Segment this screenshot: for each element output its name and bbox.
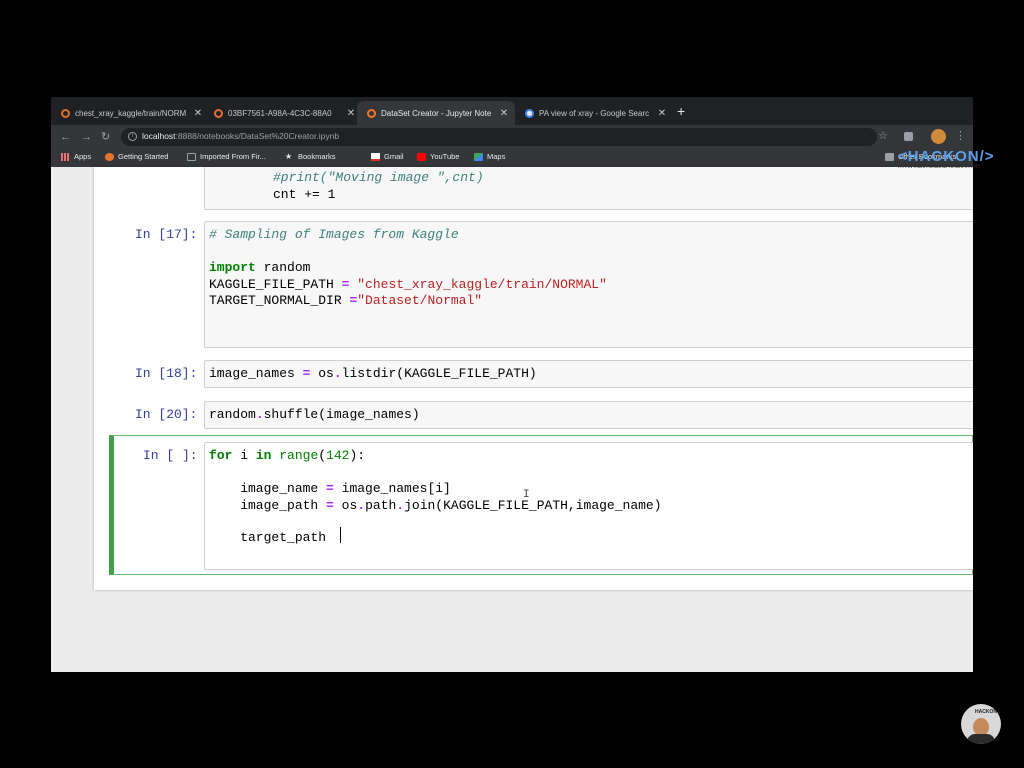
tab-title: chest_xray_kaggle/train/NORM [75,108,187,118]
tab-google-search[interactable]: PA view of xray - Google Searc ✕ [515,101,668,125]
mouse-cursor-icon: I [523,489,530,501]
cell-prompt: In [20]: [135,407,198,422]
tab-title: PA view of xray - Google Searc [539,108,650,118]
code-line: for i in range(142): [209,448,366,463]
code-line: image_name = image_names[i] [209,481,451,496]
google-icon [525,108,534,118]
address-bar[interactable]: i localhost:8888/notebooks/DataSet%20Cre… [121,128,877,146]
profile-avatar[interactable] [931,129,946,144]
bookmark-apps[interactable]: Apps [61,152,91,161]
tab-chest-xray[interactable]: chest_xray_kaggle/train/NORM ✕ [51,101,204,125]
bookmark-star-icon[interactable]: ☆ [878,129,888,142]
hackon-tagline: A PAN-INDIA ONLINE HACKATHON [898,164,980,170]
notebook-container: #print("Moving image ",cnt) cnt += 1 In … [94,167,973,590]
folder-icon [885,152,894,161]
gmail-icon [371,152,380,161]
star-icon: ★ [285,151,293,161]
code-line: random.shuffle(image_names) [209,407,420,422]
text-caret [340,527,341,543]
code-line: TARGET_NORMAL_DIR ="Dataset/Normal" [209,293,483,308]
presenter-badge: HACKON [975,709,997,715]
presenter-avatar: HACKON [961,704,1001,744]
code-line: import random [209,260,311,275]
code-line: cnt += 1 [273,186,336,202]
bookmark-youtube[interactable]: YouTube [417,152,459,161]
bookmarks-bar: Apps Getting Started Imported From Fir..… [51,149,973,167]
jupyter-icon [61,108,70,118]
tab-title: 03BF7561-A98A-4C3C-88A0 [228,108,332,118]
bookmark-maps[interactable]: Maps [474,152,505,161]
code-line: image_path = os.path.join(KAGGLE_FILE_PA… [209,497,662,513]
code-line: #print("Moving image ",cnt) [273,170,484,185]
cell-prompt: In [ ]: [143,448,198,463]
bookmark-getting-started[interactable]: Getting Started [105,152,168,161]
info-icon[interactable]: i [128,132,137,141]
cell-prompt: In [17]: [135,227,198,242]
tab-strip: chest_xray_kaggle/train/NORM ✕ 03BF7561-… [51,97,973,125]
jupyter-icon [367,108,376,118]
code-line: # Sampling of Images from Kaggle [209,227,459,242]
code-line: target_path [209,530,334,545]
presenter-shirt [967,734,995,744]
code-line: KAGGLE_FILE_PATH = "chest_xray_kaggle/tr… [209,276,607,292]
new-tab-button[interactable]: + [677,103,685,119]
tab-title: DataSet Creator - Jupyter Note [381,108,492,118]
menu-icon[interactable]: ⋮ [955,129,966,142]
browser-toolbar: ← → ↻ i localhost:8888/notebooks/DataSet… [51,125,973,149]
url-text: localhost:8888/notebooks/DataSet%20Creat… [142,131,340,141]
tab-image-file[interactable]: 03BF7561-A98A-4C3C-88A0 ✕ [204,101,357,125]
hackon-watermark: <HACKON/> A PAN-INDIA ONLINE HACKATHON [898,148,1018,170]
tab-dataset-creator[interactable]: DataSet Creator - Jupyter Note ✕ [357,101,515,125]
code-line: image_names = os.listdir(KAGGLE_FILE_PAT… [209,366,537,381]
close-icon[interactable]: ✕ [499,108,509,119]
browser-window: chest_xray_kaggle/train/NORM ✕ 03BF7561-… [51,97,973,672]
youtube-icon [417,152,426,161]
maps-icon [474,152,483,161]
folder-icon [187,152,196,161]
reload-icon[interactable]: ↻ [101,129,110,145]
bookmark-gmail[interactable]: Gmail [371,152,404,161]
close-icon[interactable]: ✕ [193,108,203,119]
close-icon[interactable]: ✕ [657,108,667,119]
apps-grid-icon [61,152,70,161]
forward-icon[interactable]: → [81,129,92,145]
back-icon[interactable]: ← [60,129,71,145]
bookmark-bookmarks[interactable]: ★ Bookmarks [285,152,336,161]
firefox-icon [105,152,114,161]
hackon-logo: <HACKON/> [898,148,995,165]
bookmark-imported[interactable]: Imported From Fir... [187,152,266,161]
cell-prompt: In [18]: [135,366,198,381]
jupyter-icon [214,108,223,118]
extension-icon[interactable] [904,132,913,141]
close-icon[interactable]: ✕ [346,108,356,119]
